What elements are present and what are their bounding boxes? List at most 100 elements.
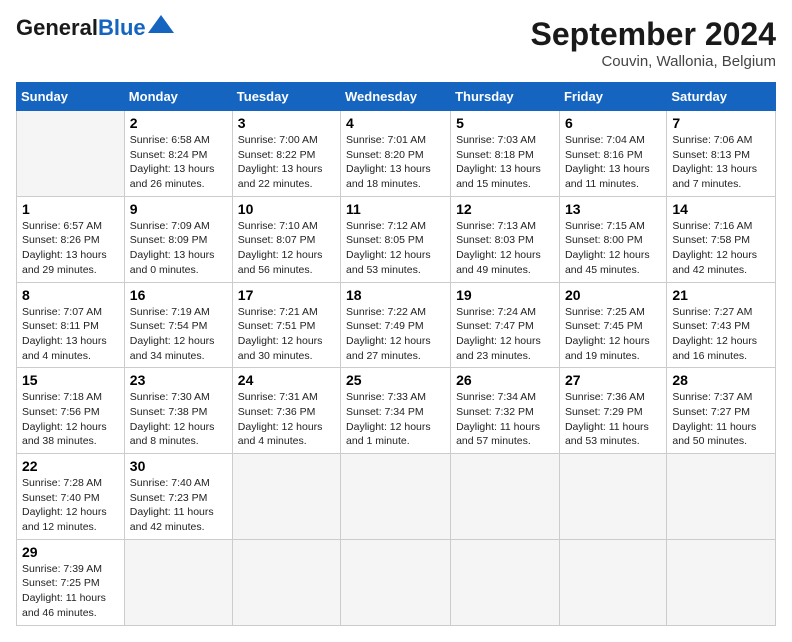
day-number: 3: [238, 115, 335, 131]
day-number: 23: [130, 372, 227, 388]
calendar-cell: 20 Sunrise: 7:25 AMSunset: 7:45 PMDaylig…: [559, 282, 666, 368]
calendar-cell: 22 Sunrise: 7:28 AMSunset: 7:40 PMDaylig…: [17, 454, 125, 540]
day-info: Sunrise: 7:33 AMSunset: 7:34 PMDaylight:…: [346, 391, 431, 447]
calendar-cell: 7 Sunrise: 7:06 AMSunset: 8:13 PMDayligh…: [667, 111, 776, 197]
day-info: Sunrise: 7:39 AMSunset: 7:25 PMDaylight:…: [22, 563, 106, 619]
calendar-cell: 26 Sunrise: 7:34 AMSunset: 7:32 PMDaylig…: [451, 368, 560, 454]
day-number: 6: [565, 115, 661, 131]
day-info: Sunrise: 7:19 AMSunset: 7:54 PMDaylight:…: [130, 306, 215, 362]
calendar-cell: 28 Sunrise: 7:37 AMSunset: 7:27 PMDaylig…: [667, 368, 776, 454]
calendar-cell: 10 Sunrise: 7:10 AMSunset: 8:07 PMDaylig…: [232, 196, 340, 282]
col-friday: Friday: [559, 83, 666, 111]
calendar-week-row: 1 Sunrise: 6:57 AMSunset: 8:26 PMDayligh…: [17, 196, 776, 282]
calendar-cell: [124, 539, 232, 625]
day-info: Sunrise: 7:06 AMSunset: 8:13 PMDaylight:…: [672, 134, 757, 190]
day-number: 29: [22, 544, 119, 560]
col-thursday: Thursday: [451, 83, 560, 111]
day-info: Sunrise: 6:57 AMSunset: 8:26 PMDaylight:…: [22, 220, 107, 276]
calendar-cell: 8 Sunrise: 7:07 AMSunset: 8:11 PMDayligh…: [17, 282, 125, 368]
calendar-cell: 9 Sunrise: 7:09 AMSunset: 8:09 PMDayligh…: [124, 196, 232, 282]
day-number: 28: [672, 372, 770, 388]
calendar-week-row: 22 Sunrise: 7:28 AMSunset: 7:40 PMDaylig…: [17, 454, 776, 540]
calendar-week-row: 29 Sunrise: 7:39 AMSunset: 7:25 PMDaylig…: [17, 539, 776, 625]
day-info: Sunrise: 7:37 AMSunset: 7:27 PMDaylight:…: [672, 391, 756, 447]
col-monday: Monday: [124, 83, 232, 111]
month-title: September 2024: [531, 16, 776, 53]
day-number: 5: [456, 115, 554, 131]
day-info: Sunrise: 7:31 AMSunset: 7:36 PMDaylight:…: [238, 391, 323, 447]
day-number: 7: [672, 115, 770, 131]
day-info: Sunrise: 7:24 AMSunset: 7:47 PMDaylight:…: [456, 306, 541, 362]
day-info: Sunrise: 7:00 AMSunset: 8:22 PMDaylight:…: [238, 134, 323, 190]
day-number: 9: [130, 201, 227, 217]
calendar-cell: [667, 454, 776, 540]
calendar-cell: 18 Sunrise: 7:22 AMSunset: 7:49 PMDaylig…: [341, 282, 451, 368]
day-info: Sunrise: 6:58 AMSunset: 8:24 PMDaylight:…: [130, 134, 215, 190]
calendar-cell: 15 Sunrise: 7:18 AMSunset: 7:56 PMDaylig…: [17, 368, 125, 454]
day-number: 20: [565, 287, 661, 303]
day-info: Sunrise: 7:36 AMSunset: 7:29 PMDaylight:…: [565, 391, 649, 447]
day-info: Sunrise: 7:04 AMSunset: 8:16 PMDaylight:…: [565, 134, 650, 190]
day-number: 12: [456, 201, 554, 217]
day-number: 17: [238, 287, 335, 303]
calendar-cell: 30 Sunrise: 7:40 AMSunset: 7:23 PMDaylig…: [124, 454, 232, 540]
day-info: Sunrise: 7:22 AMSunset: 7:49 PMDaylight:…: [346, 306, 431, 362]
calendar-cell: [341, 454, 451, 540]
calendar-cell: 27 Sunrise: 7:36 AMSunset: 7:29 PMDaylig…: [559, 368, 666, 454]
calendar-cell: 4 Sunrise: 7:01 AMSunset: 8:20 PMDayligh…: [341, 111, 451, 197]
col-tuesday: Tuesday: [232, 83, 340, 111]
calendar-cell: 5 Sunrise: 7:03 AMSunset: 8:18 PMDayligh…: [451, 111, 560, 197]
day-info: Sunrise: 7:10 AMSunset: 8:07 PMDaylight:…: [238, 220, 323, 276]
calendar-cell: [559, 539, 666, 625]
day-info: Sunrise: 7:03 AMSunset: 8:18 PMDaylight:…: [456, 134, 541, 190]
day-number: 19: [456, 287, 554, 303]
day-number: 16: [130, 287, 227, 303]
col-sunday: Sunday: [17, 83, 125, 111]
day-number: 8: [22, 287, 119, 303]
day-number: 1: [22, 201, 119, 217]
calendar-cell: 13 Sunrise: 7:15 AMSunset: 8:00 PMDaylig…: [559, 196, 666, 282]
calendar-cell: 12 Sunrise: 7:13 AMSunset: 8:03 PMDaylig…: [451, 196, 560, 282]
header: GeneralBlue September 2024 Couvin, Wallo…: [16, 16, 776, 70]
calendar-table: Sunday Monday Tuesday Wednesday Thursday…: [16, 82, 776, 626]
day-number: 10: [238, 201, 335, 217]
day-number: 11: [346, 201, 445, 217]
day-number: 2: [130, 115, 227, 131]
day-info: Sunrise: 7:28 AMSunset: 7:40 PMDaylight:…: [22, 477, 107, 533]
calendar-cell: [451, 454, 560, 540]
day-info: Sunrise: 7:13 AMSunset: 8:03 PMDaylight:…: [456, 220, 541, 276]
day-number: 22: [22, 458, 119, 474]
day-info: Sunrise: 7:01 AMSunset: 8:20 PMDaylight:…: [346, 134, 431, 190]
calendar-cell: [451, 539, 560, 625]
day-info: Sunrise: 7:09 AMSunset: 8:09 PMDaylight:…: [130, 220, 215, 276]
calendar-cell: 11 Sunrise: 7:12 AMSunset: 8:05 PMDaylig…: [341, 196, 451, 282]
calendar-week-row: 8 Sunrise: 7:07 AMSunset: 8:11 PMDayligh…: [17, 282, 776, 368]
title-area: September 2024 Couvin, Wallonia, Belgium: [531, 16, 776, 70]
calendar-week-row: 15 Sunrise: 7:18 AMSunset: 7:56 PMDaylig…: [17, 368, 776, 454]
calendar-cell: 14 Sunrise: 7:16 AMSunset: 7:58 PMDaylig…: [667, 196, 776, 282]
day-number: 14: [672, 201, 770, 217]
logo-text: GeneralBlue: [16, 16, 146, 40]
day-info: Sunrise: 7:34 AMSunset: 7:32 PMDaylight:…: [456, 391, 540, 447]
calendar-week-row: 2 Sunrise: 6:58 AMSunset: 8:24 PMDayligh…: [17, 111, 776, 197]
calendar-cell: 17 Sunrise: 7:21 AMSunset: 7:51 PMDaylig…: [232, 282, 340, 368]
day-number: 21: [672, 287, 770, 303]
calendar-cell: [232, 454, 340, 540]
day-number: 24: [238, 372, 335, 388]
calendar-cell: 21 Sunrise: 7:27 AMSunset: 7:43 PMDaylig…: [667, 282, 776, 368]
day-info: Sunrise: 7:40 AMSunset: 7:23 PMDaylight:…: [130, 477, 214, 533]
calendar-cell: [667, 539, 776, 625]
location-subtitle: Couvin, Wallonia, Belgium: [531, 53, 776, 70]
day-number: 4: [346, 115, 445, 131]
col-saturday: Saturday: [667, 83, 776, 111]
day-info: Sunrise: 7:12 AMSunset: 8:05 PMDaylight:…: [346, 220, 431, 276]
calendar-header-row: Sunday Monday Tuesday Wednesday Thursday…: [17, 83, 776, 111]
day-number: 26: [456, 372, 554, 388]
logo-icon: [148, 15, 174, 33]
day-number: 27: [565, 372, 661, 388]
calendar-cell: [559, 454, 666, 540]
calendar-cell: 1 Sunrise: 6:57 AMSunset: 8:26 PMDayligh…: [17, 196, 125, 282]
calendar-cell: 3 Sunrise: 7:00 AMSunset: 8:22 PMDayligh…: [232, 111, 340, 197]
calendar-cell: 2 Sunrise: 6:58 AMSunset: 8:24 PMDayligh…: [124, 111, 232, 197]
calendar-cell: 29 Sunrise: 7:39 AMSunset: 7:25 PMDaylig…: [17, 539, 125, 625]
